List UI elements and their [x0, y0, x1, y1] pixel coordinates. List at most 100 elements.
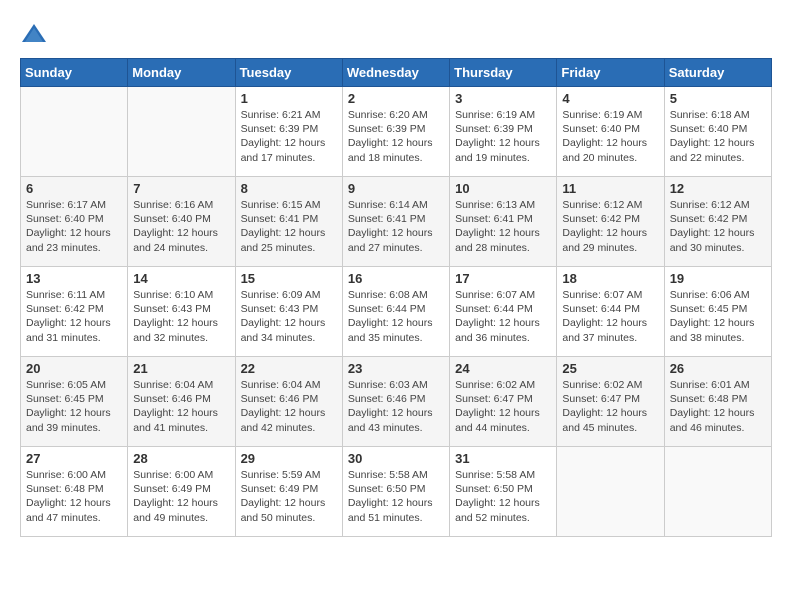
day-info: Sunrise: 6:10 AM Sunset: 6:43 PM Dayligh… [133, 288, 229, 345]
calendar-day-27: 27 Sunrise: 6:00 AM Sunset: 6:48 PM Dayli… [21, 447, 128, 537]
day-number: 12 [670, 181, 766, 196]
day-info: Sunrise: 6:17 AM Sunset: 6:40 PM Dayligh… [26, 198, 122, 255]
calendar-empty-cell [664, 447, 771, 537]
calendar-day-13: 13Sunrise: 6:11 AM Sunset: 6:42 PM Dayli… [21, 267, 128, 357]
calendar-week-row: 1 Sunrise: 6:21 AM Sunset: 6:39 PM Daylig… [21, 87, 772, 177]
calendar-week-row: 6Sunrise: 6:17 AM Sunset: 6:40 PM Daylig… [21, 177, 772, 267]
calendar-week-row: 20Sunrise: 6:05 AM Sunset: 6:45 PM Dayli… [21, 357, 772, 447]
day-info: Sunrise: 6:02 AM Sunset: 6:47 PM Dayligh… [562, 378, 658, 435]
calendar-day-19: 19 Sunrise: 6:06 AM Sunset: 6:45 PM Dayli… [664, 267, 771, 357]
day-number: 3 [455, 91, 551, 106]
day-info: Sunrise: 5:58 AM Sunset: 6:50 PM Dayligh… [348, 468, 444, 525]
day-number: 14 [133, 271, 229, 286]
calendar-day-2: 2Sunrise: 6:20 AM Sunset: 6:39 PM Daylig… [342, 87, 449, 177]
day-number: 17 [455, 271, 551, 286]
weekday-header-monday: Monday [128, 59, 235, 87]
day-info: Sunrise: 5:58 AM Sunset: 6:50 PM Dayligh… [455, 468, 551, 525]
day-info: Sunrise: 6:00 AM Sunset: 6:49 PM Dayligh… [133, 468, 229, 525]
day-number: 9 [348, 181, 444, 196]
day-number: 5 [670, 91, 766, 106]
day-info: Sunrise: 6:03 AM Sunset: 6:46 PM Dayligh… [348, 378, 444, 435]
calendar-day-22: 22 Sunrise: 6:04 AM Sunset: 6:46 PM Dayli… [235, 357, 342, 447]
day-info: Sunrise: 6:05 AM Sunset: 6:45 PM Dayligh… [26, 378, 122, 435]
day-number: 11 [562, 181, 658, 196]
calendar-day-7: 7 Sunrise: 6:16 AM Sunset: 6:40 PM Daylig… [128, 177, 235, 267]
weekday-header-row: SundayMondayTuesdayWednesdayThursdayFrid… [21, 59, 772, 87]
day-number: 15 [241, 271, 337, 286]
day-number: 22 [241, 361, 337, 376]
day-info: Sunrise: 6:16 AM Sunset: 6:40 PM Dayligh… [133, 198, 229, 255]
weekday-header-thursday: Thursday [450, 59, 557, 87]
calendar-empty-cell [557, 447, 664, 537]
day-number: 4 [562, 91, 658, 106]
day-info: Sunrise: 6:21 AM Sunset: 6:39 PM Dayligh… [241, 108, 337, 165]
calendar-day-17: 17 Sunrise: 6:07 AM Sunset: 6:44 PM Dayli… [450, 267, 557, 357]
day-info: Sunrise: 6:19 AM Sunset: 6:40 PM Dayligh… [562, 108, 658, 165]
day-info: Sunrise: 6:19 AM Sunset: 6:39 PM Dayligh… [455, 108, 551, 165]
day-number: 7 [133, 181, 229, 196]
calendar-empty-cell [128, 87, 235, 177]
calendar-day-16: 16 Sunrise: 6:08 AM Sunset: 6:44 PM Dayli… [342, 267, 449, 357]
calendar-day-15: 15Sunrise: 6:09 AM Sunset: 6:43 PM Dayli… [235, 267, 342, 357]
day-info: Sunrise: 6:00 AM Sunset: 6:48 PM Dayligh… [26, 468, 122, 525]
day-info: Sunrise: 6:18 AM Sunset: 6:40 PM Dayligh… [670, 108, 766, 165]
day-info: Sunrise: 6:14 AM Sunset: 6:41 PM Dayligh… [348, 198, 444, 255]
day-number: 19 [670, 271, 766, 286]
weekday-header-wednesday: Wednesday [342, 59, 449, 87]
calendar-day-3: 3 Sunrise: 6:19 AM Sunset: 6:39 PM Daylig… [450, 87, 557, 177]
calendar-day-25: 25 Sunrise: 6:02 AM Sunset: 6:47 PM Dayli… [557, 357, 664, 447]
calendar-week-row: 27 Sunrise: 6:00 AM Sunset: 6:48 PM Dayli… [21, 447, 772, 537]
calendar-day-28: 28Sunrise: 6:00 AM Sunset: 6:49 PM Dayli… [128, 447, 235, 537]
day-number: 16 [348, 271, 444, 286]
day-info: Sunrise: 6:06 AM Sunset: 6:45 PM Dayligh… [670, 288, 766, 345]
calendar-day-6: 6Sunrise: 6:17 AM Sunset: 6:40 PM Daylig… [21, 177, 128, 267]
day-info: Sunrise: 6:04 AM Sunset: 6:46 PM Dayligh… [241, 378, 337, 435]
day-info: Sunrise: 6:08 AM Sunset: 6:44 PM Dayligh… [348, 288, 444, 345]
calendar-day-10: 10 Sunrise: 6:13 AM Sunset: 6:41 PM Dayli… [450, 177, 557, 267]
day-number: 27 [26, 451, 122, 466]
calendar-empty-cell [21, 87, 128, 177]
day-info: Sunrise: 6:02 AM Sunset: 6:47 PM Dayligh… [455, 378, 551, 435]
day-info: Sunrise: 6:13 AM Sunset: 6:41 PM Dayligh… [455, 198, 551, 255]
day-number: 31 [455, 451, 551, 466]
calendar-day-21: 21 Sunrise: 6:04 AM Sunset: 6:46 PM Dayli… [128, 357, 235, 447]
calendar-day-23: 23 Sunrise: 6:03 AM Sunset: 6:46 PM Dayli… [342, 357, 449, 447]
weekday-header-friday: Friday [557, 59, 664, 87]
calendar-day-8: 8 Sunrise: 6:15 AM Sunset: 6:41 PM Daylig… [235, 177, 342, 267]
calendar: SundayMondayTuesdayWednesdayThursdayFrid… [20, 58, 772, 537]
day-number: 25 [562, 361, 658, 376]
calendar-day-5: 5 Sunrise: 6:18 AM Sunset: 6:40 PM Daylig… [664, 87, 771, 177]
calendar-day-31: 31 Sunrise: 5:58 AM Sunset: 6:50 PM Dayli… [450, 447, 557, 537]
day-info: Sunrise: 5:59 AM Sunset: 6:49 PM Dayligh… [241, 468, 337, 525]
day-number: 24 [455, 361, 551, 376]
day-info: Sunrise: 6:07 AM Sunset: 6:44 PM Dayligh… [455, 288, 551, 345]
day-number: 1 [241, 91, 337, 106]
day-number: 2 [348, 91, 444, 106]
day-info: Sunrise: 6:11 AM Sunset: 6:42 PM Dayligh… [26, 288, 122, 345]
logo-icon [20, 20, 48, 48]
day-info: Sunrise: 6:04 AM Sunset: 6:46 PM Dayligh… [133, 378, 229, 435]
day-number: 18 [562, 271, 658, 286]
logo [20, 20, 52, 48]
day-number: 29 [241, 451, 337, 466]
weekday-header-saturday: Saturday [664, 59, 771, 87]
calendar-day-18: 18 Sunrise: 6:07 AM Sunset: 6:44 PM Dayli… [557, 267, 664, 357]
calendar-day-1: 1 Sunrise: 6:21 AM Sunset: 6:39 PM Daylig… [235, 87, 342, 177]
day-number: 21 [133, 361, 229, 376]
day-number: 8 [241, 181, 337, 196]
weekday-header-sunday: Sunday [21, 59, 128, 87]
day-info: Sunrise: 6:12 AM Sunset: 6:42 PM Dayligh… [670, 198, 766, 255]
day-info: Sunrise: 6:01 AM Sunset: 6:48 PM Dayligh… [670, 378, 766, 435]
day-number: 10 [455, 181, 551, 196]
calendar-day-24: 24 Sunrise: 6:02 AM Sunset: 6:47 PM Dayli… [450, 357, 557, 447]
day-number: 30 [348, 451, 444, 466]
calendar-day-14: 14 Sunrise: 6:10 AM Sunset: 6:43 PM Dayli… [128, 267, 235, 357]
calendar-day-12: 12 Sunrise: 6:12 AM Sunset: 6:42 PM Dayli… [664, 177, 771, 267]
calendar-day-29: 29 Sunrise: 5:59 AM Sunset: 6:49 PM Dayli… [235, 447, 342, 537]
day-info: Sunrise: 6:15 AM Sunset: 6:41 PM Dayligh… [241, 198, 337, 255]
day-number: 26 [670, 361, 766, 376]
day-number: 23 [348, 361, 444, 376]
calendar-day-11: 11Sunrise: 6:12 AM Sunset: 6:42 PM Dayli… [557, 177, 664, 267]
calendar-day-4: 4 Sunrise: 6:19 AM Sunset: 6:40 PM Daylig… [557, 87, 664, 177]
day-info: Sunrise: 6:07 AM Sunset: 6:44 PM Dayligh… [562, 288, 658, 345]
